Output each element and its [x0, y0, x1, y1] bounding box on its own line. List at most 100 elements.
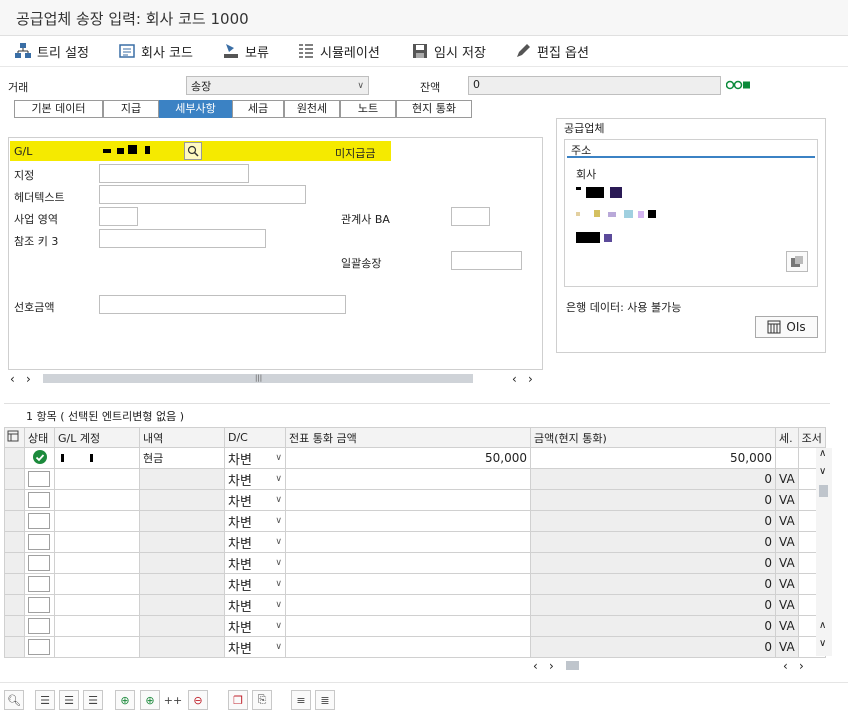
select-block-button[interactable]: ☰ [59, 690, 79, 710]
scroll-up-icon-bottom[interactable]: ∧ [819, 620, 826, 631]
tax-cell[interactable]: VA [775, 531, 799, 553]
dc-cell[interactable]: 차변 ∨ [224, 510, 286, 532]
table-scroll-left-icon[interactable]: ‹ [533, 659, 538, 673]
editing-options-button[interactable]: 편집 옵션 [514, 40, 589, 62]
text-cell[interactable] [139, 636, 225, 658]
hold-button[interactable]: 보류 [222, 40, 269, 62]
tree-button[interactable]: 트리 설정 [14, 40, 89, 62]
ois-button[interactable]: OIs [755, 316, 818, 338]
sort-descending-button[interactable]: ≣ [315, 690, 335, 710]
text-cell[interactable] [139, 489, 225, 511]
table-row[interactable]: 차변 ∨ 0 VA [4, 636, 826, 658]
tax-cell[interactable]: VA [775, 594, 799, 616]
gl-field[interactable] [99, 142, 184, 160]
paste-button[interactable]: ⎘ [252, 690, 272, 710]
doc-amount-cell[interactable] [285, 468, 531, 490]
text-cell[interactable]: 현금 [139, 447, 225, 469]
table-row[interactable]: 차변 ∨ 0 VA [4, 573, 826, 595]
doc-amount-cell[interactable] [285, 615, 531, 637]
row-selector[interactable] [4, 468, 25, 490]
transaction-select[interactable]: 송장 ∨ [186, 76, 369, 95]
scroll-left-icon[interactable]: ‹ [10, 372, 15, 386]
text-cell[interactable] [139, 573, 225, 595]
business-area-input[interactable] [99, 207, 138, 226]
scroll-down-icon-bottom[interactable]: ∨ [819, 638, 826, 649]
search-help-button[interactable] [184, 142, 202, 160]
gl-account-cell[interactable] [54, 636, 140, 658]
invoice-input[interactable] [451, 251, 522, 270]
tax-cell[interactable]: VA [775, 573, 799, 595]
doc-amount-cell[interactable] [285, 636, 531, 658]
doc-amount-cell[interactable]: 50,000 [285, 447, 531, 469]
table-row[interactable]: 차변 ∨ 0 VA [4, 489, 826, 511]
dc-cell[interactable]: 차변 ∨ [224, 594, 286, 616]
dc-cell[interactable]: 차변 ∨ [224, 615, 286, 637]
gl-account-cell[interactable] [54, 510, 140, 532]
detail-view-button[interactable]: 🔍︎ [4, 690, 24, 710]
row-selector[interactable] [4, 447, 25, 469]
scroll-down-icon[interactable]: ∨ [819, 466, 826, 477]
text-cell[interactable] [139, 510, 225, 532]
scroll-up-icon[interactable]: ∧ [819, 448, 826, 459]
table-row[interactable]: 차변 ∨ 0 VA [4, 510, 826, 532]
row-selector[interactable] [4, 615, 25, 637]
table-row[interactable]: 차변 ∨ 0 VA [4, 552, 826, 574]
scroll-thumb[interactable] [819, 485, 828, 497]
dc-cell[interactable]: 차변 ∨ [224, 573, 286, 595]
column-doc-amount[interactable]: 전표 통화 금액 [285, 427, 531, 448]
park-button[interactable]: 임시 저장 [411, 40, 486, 62]
table-scroll-right-icon[interactable]: › [549, 659, 554, 673]
insert-row-button[interactable]: ⊕ [115, 690, 135, 710]
dc-cell[interactable]: 차변 ∨ [224, 531, 286, 553]
row-selector[interactable] [4, 489, 25, 511]
gl-account-cell[interactable] [54, 468, 140, 490]
dc-cell[interactable]: 차변 ∨ [224, 489, 286, 511]
tab-local-currency[interactable]: 현지 통화 [396, 100, 472, 118]
scroll-right-icon-2[interactable]: › [528, 372, 533, 386]
text-cell[interactable] [139, 468, 225, 490]
doc-amount-cell[interactable] [285, 552, 531, 574]
text-cell[interactable] [139, 615, 225, 637]
row-selector[interactable] [4, 636, 25, 658]
table-row[interactable]: 현금 차변 ∨ 50,000 50,000 [4, 447, 826, 469]
dc-cell[interactable]: 차변 ∨ [224, 552, 286, 574]
tax-cell[interactable]: VA [775, 510, 799, 532]
tax-cell[interactable]: VA [775, 468, 799, 490]
column-gl-account[interactable]: G/L 계정 [54, 427, 140, 448]
doc-amount-cell[interactable] [285, 573, 531, 595]
row-selector[interactable] [4, 531, 25, 553]
gl-account-cell[interactable] [54, 552, 140, 574]
horizontal-scrollbar[interactable]: ||| [43, 374, 473, 383]
doc-amount-cell[interactable] [285, 594, 531, 616]
text-cell[interactable] [139, 531, 225, 553]
add-rows-button[interactable]: ++ [163, 690, 183, 710]
column-text[interactable]: 내역 [139, 427, 225, 448]
table-row[interactable]: 차변 ∨ 0 VA [4, 615, 826, 637]
tab-basic-data[interactable]: 기본 데이터 [14, 100, 103, 118]
assignment-input[interactable] [99, 164, 249, 183]
gl-account-cell[interactable] [54, 615, 140, 637]
tax-cell[interactable]: VA [775, 489, 799, 511]
simulation-button[interactable]: 시뮬레이션 [297, 40, 380, 62]
local-amount-cell[interactable]: 50,000 [530, 447, 776, 469]
table-scroll-right-icon-2[interactable]: › [799, 659, 804, 673]
copy-button[interactable]: ❐ [228, 690, 248, 710]
row-selector[interactable] [4, 573, 25, 595]
tab-notes[interactable]: 노트 [340, 100, 396, 118]
tab-withholding-tax[interactable]: 원천세 [284, 100, 340, 118]
tab-payment[interactable]: 지급 [103, 100, 159, 118]
table-row[interactable]: 차변 ∨ 0 VA [4, 468, 826, 490]
column-tax[interactable]: 세. [775, 427, 799, 448]
dc-cell[interactable]: 차변 ∨ [224, 447, 286, 469]
doc-amount-cell[interactable] [285, 489, 531, 511]
scroll-left-icon-2[interactable]: ‹ [512, 372, 517, 386]
trading-partner-input[interactable] [451, 207, 490, 226]
tax-cell[interactable]: VA [775, 615, 799, 637]
scroll-right-icon[interactable]: › [26, 372, 31, 386]
tax-cell[interactable]: VA [775, 636, 799, 658]
tab-tax[interactable]: 세금 [232, 100, 284, 118]
doc-amount-cell[interactable] [285, 510, 531, 532]
column-extra[interactable]: 조서 [797, 427, 826, 448]
gl-account-cell[interactable] [54, 531, 140, 553]
dc-cell[interactable]: 차변 ∨ [224, 468, 286, 490]
